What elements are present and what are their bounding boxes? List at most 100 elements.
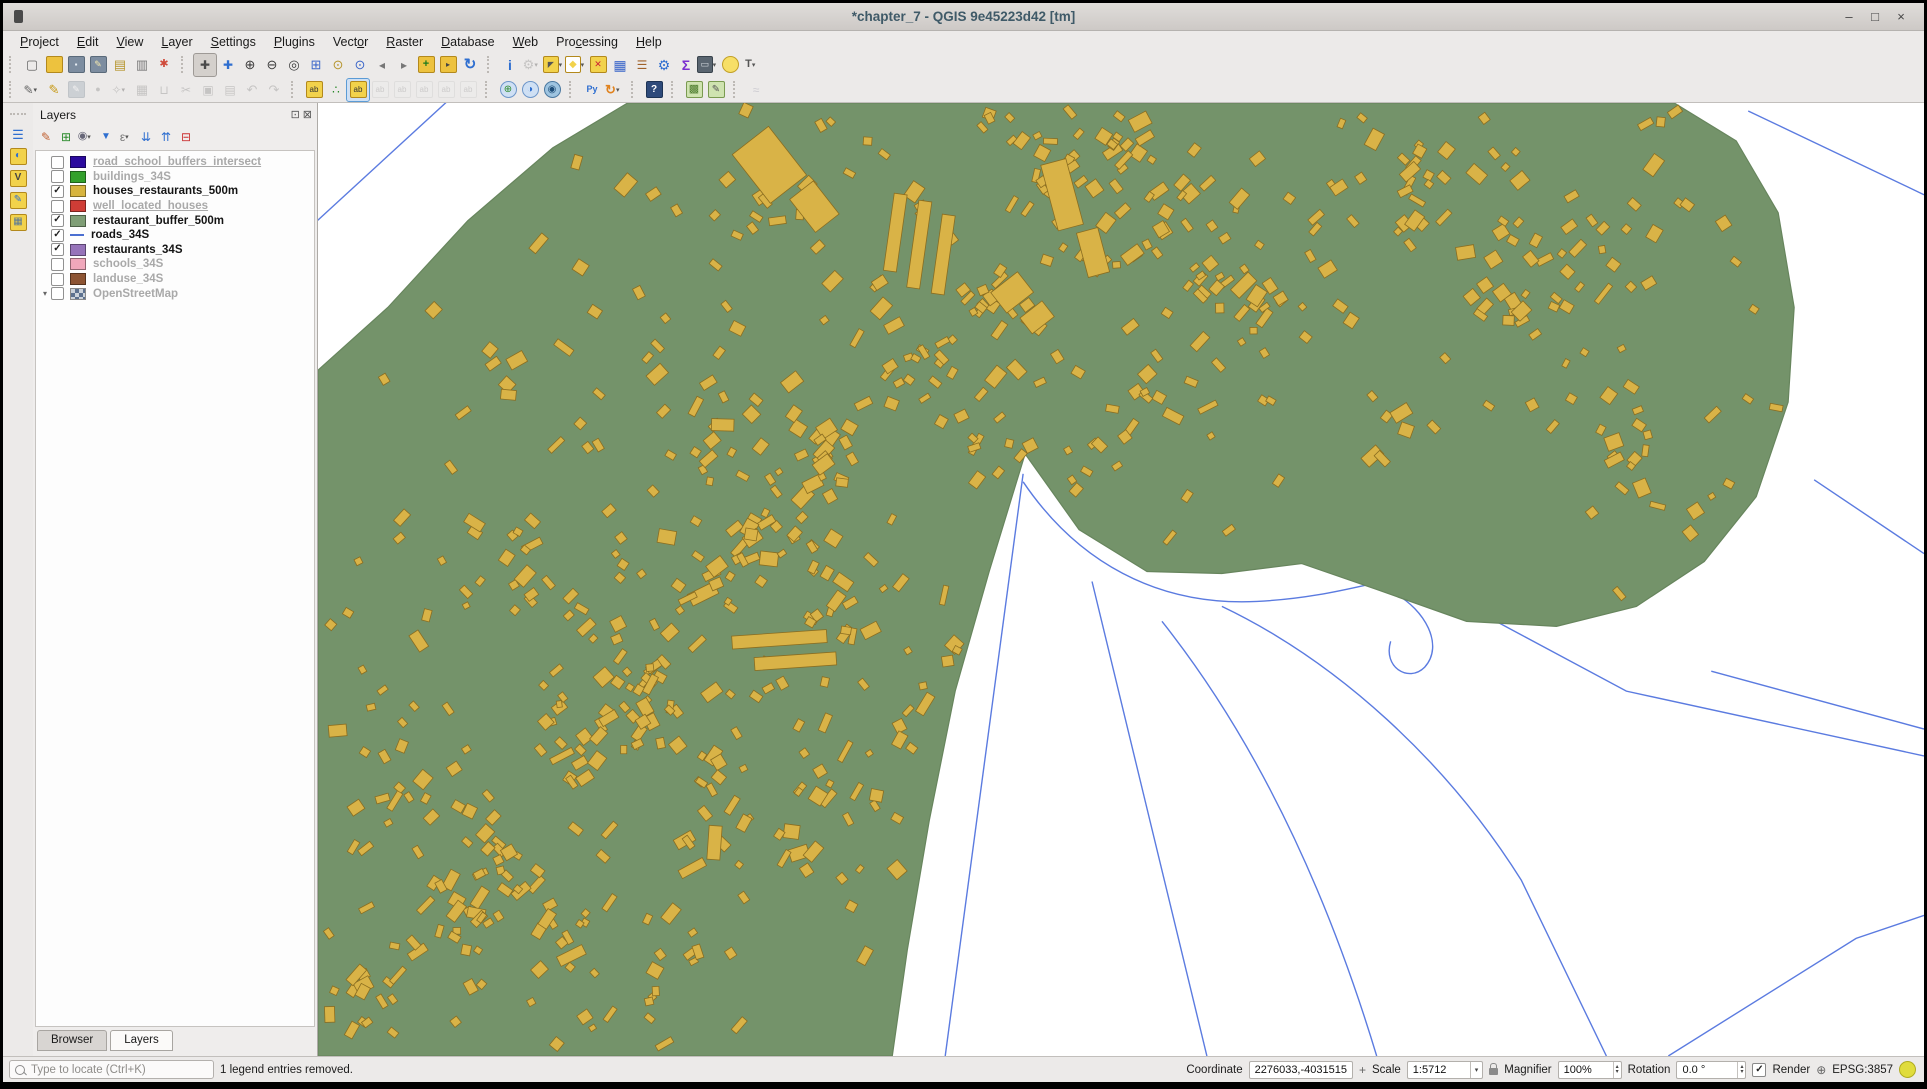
layer-row[interactable]: ✓roads_34S — [36, 228, 314, 243]
zoom-last-button[interactable]: ◂ — [371, 54, 393, 76]
scale-combo[interactable]: 1:5712 ▾ — [1407, 1061, 1484, 1079]
show-layout-manager-button[interactable]: ▥ — [131, 54, 153, 76]
pan-map-to-selection-button[interactable]: ✚ — [217, 54, 239, 76]
map-tips-button[interactable] — [719, 54, 741, 76]
manage-map-themes-button[interactable]: ◉▾ — [76, 127, 96, 147]
text-annotation-button[interactable]: T▾ — [741, 54, 763, 76]
minimize-button[interactable]: – — [1836, 9, 1862, 24]
identify-features-button[interactable]: i — [499, 54, 521, 76]
messages-icon[interactable] — [1899, 1061, 1916, 1078]
run-feature-action-dropdown-icon[interactable]: ▾ — [534, 61, 541, 69]
processing-toolbox-button[interactable]: ⚙ — [653, 54, 675, 76]
zoom-to-selection-button[interactable]: ⊙ — [327, 54, 349, 76]
render-checkbox[interactable]: ✓ — [1752, 1063, 1766, 1077]
layer-row[interactable]: ✓restaurants_34S — [36, 243, 314, 258]
add-wms-layer-button[interactable]: ◐ — [7, 145, 29, 167]
layer-checkbox[interactable]: ✓ — [51, 229, 64, 242]
undo-button[interactable]: ↶ — [241, 79, 263, 101]
pin-labels-button[interactable]: ab — [347, 79, 369, 101]
style-manager-button[interactable]: ✱ — [153, 54, 175, 76]
copy-features-button[interactable]: ▣ — [197, 79, 219, 101]
maximize-button[interactable]: □ — [1862, 9, 1888, 24]
vertex-tool-button[interactable]: ✧▾ — [109, 79, 131, 101]
locator-input[interactable] — [29, 1063, 193, 1077]
layer-row[interactable]: ✓houses_restaurants_500m — [36, 184, 314, 199]
highlight-pinned-labels-button[interactable]: ab — [369, 79, 391, 101]
measure-line-button[interactable]: ▭▾ — [697, 54, 719, 76]
layer-row[interactable]: ✓restaurant_buffer_500m — [36, 213, 314, 228]
zoom-in-button[interactable]: ⊕ — [239, 54, 261, 76]
extents-icon[interactable]: + — [1359, 1064, 1366, 1076]
field-calculator-button[interactable]: ☰ — [631, 54, 653, 76]
tab-layers[interactable]: Layers — [110, 1030, 173, 1051]
add-delimited-text-layer-button[interactable]: ✎ — [7, 189, 29, 211]
expand-all-button[interactable]: ⇊ — [136, 127, 156, 147]
layer-row[interactable]: landuse_34S — [36, 272, 314, 287]
layer-labeling-button[interactable]: ab — [303, 79, 325, 101]
add-spatialite-layer-button[interactable]: ▦ — [7, 211, 29, 233]
map-canvas[interactable] — [318, 103, 1924, 1056]
show-hide-labels-button[interactable]: ab — [391, 79, 413, 101]
layer-row[interactable]: buildings_34S — [36, 170, 314, 185]
current-edits-dropdown-icon[interactable]: ▾ — [34, 86, 41, 94]
add-group-button[interactable]: ⊞ — [56, 127, 76, 147]
move-label-button[interactable]: ab — [413, 79, 435, 101]
modify-attributes-button[interactable]: ▦ — [131, 79, 153, 101]
add-vector-layer-button[interactable]: V — [7, 167, 29, 189]
crs-indicator[interactable]: EPSG:3857 — [1832, 1064, 1893, 1076]
filter-by-expression-dropdown-icon[interactable]: ▾ — [125, 133, 132, 141]
layer-labeling-options-button[interactable]: ∴ — [325, 79, 347, 101]
select-features-by-value-button[interactable]: ◆▾ — [565, 54, 587, 76]
coordinate-input[interactable]: 2276033,-4031515 — [1249, 1061, 1353, 1079]
osm-place-search-button[interactable]: ↻▾ — [603, 79, 625, 101]
python-console-button[interactable]: Py — [581, 79, 603, 101]
show-statistical-summary-button[interactable]: Σ — [675, 54, 697, 76]
open-attribute-table-button[interactable]: ▦ — [609, 54, 631, 76]
menu-project[interactable]: Project — [11, 33, 68, 51]
scale-value[interactable]: 1:5712 — [1408, 1064, 1470, 1076]
new-project-button[interactable]: ▢ — [21, 54, 43, 76]
zoom-out-button[interactable]: ⊖ — [261, 54, 283, 76]
show-bookmarks-button[interactable]: ▸ — [437, 54, 459, 76]
add-feature-button[interactable]: ● — [87, 79, 109, 101]
layer-checkbox[interactable] — [51, 200, 64, 213]
manage-map-themes-dropdown-icon[interactable]: ▾ — [87, 133, 94, 141]
magnifier-spinner[interactable]: 100% ▴▾ — [1558, 1061, 1622, 1079]
magnifier-value[interactable]: 100% — [1559, 1064, 1609, 1076]
cut-features-button[interactable]: ✂ — [175, 79, 197, 101]
rotation-value[interactable]: 0.0 ° — [1677, 1064, 1733, 1076]
filter-legend-button[interactable]: ▼ — [96, 127, 116, 147]
spinner-arrows-icon[interactable]: ▴▾ — [1613, 1062, 1621, 1078]
menu-database[interactable]: Database — [432, 33, 504, 51]
menu-settings[interactable]: Settings — [202, 33, 265, 51]
zoom-full-button[interactable]: ⊞ — [305, 54, 327, 76]
menu-view[interactable]: View — [107, 33, 152, 51]
save-layer-edits-button[interactable]: ✎ — [65, 79, 87, 101]
deselect-features-button[interactable]: ✕ — [587, 54, 609, 76]
layer-row[interactable]: well_located_houses — [36, 199, 314, 214]
menu-processing[interactable]: Processing — [547, 33, 627, 51]
title-bar[interactable]: *chapter_7 - QGIS 9e45223d42 [tm] – □ × — [3, 3, 1924, 31]
current-edits-button[interactable]: ✎▾ — [21, 79, 43, 101]
change-label-button[interactable]: ab — [457, 79, 479, 101]
new-bookmark-button[interactable]: + — [415, 54, 437, 76]
remove-layer-button[interactable]: ⊟ — [176, 127, 196, 147]
open-layer-styling-button[interactable]: ✎ — [36, 127, 56, 147]
tab-browser[interactable]: Browser — [37, 1030, 107, 1051]
rotate-label-button[interactable]: ab — [435, 79, 457, 101]
menu-vector[interactable]: Vector — [324, 33, 377, 51]
run-feature-action-button[interactable]: ⚙▾ — [521, 54, 543, 76]
redo-button[interactable]: ↷ — [263, 79, 285, 101]
collapse-all-button[interactable]: ⇈ — [156, 127, 176, 147]
vertex-tool-dropdown-icon[interactable]: ▾ — [122, 86, 129, 94]
quickmap-services-button[interactable]: ⊕ — [497, 79, 519, 101]
layer-list[interactable]: road_school_buffers_intersectbuildings_3… — [35, 150, 315, 1027]
layer-row[interactable]: road_school_buffers_intersect — [36, 155, 314, 170]
lock-scale-icon[interactable] — [1489, 1068, 1498, 1075]
quickmap-services-settings-button[interactable]: ◑ — [519, 79, 541, 101]
filter-by-expression-button[interactable]: ε▾ — [116, 127, 136, 147]
plugin-help-button[interactable]: ? — [643, 79, 665, 101]
menu-layer[interactable]: Layer — [152, 33, 201, 51]
text-annotation-dropdown-icon[interactable]: ▾ — [752, 61, 759, 69]
pan-map-button[interactable]: ✚ — [193, 53, 217, 77]
